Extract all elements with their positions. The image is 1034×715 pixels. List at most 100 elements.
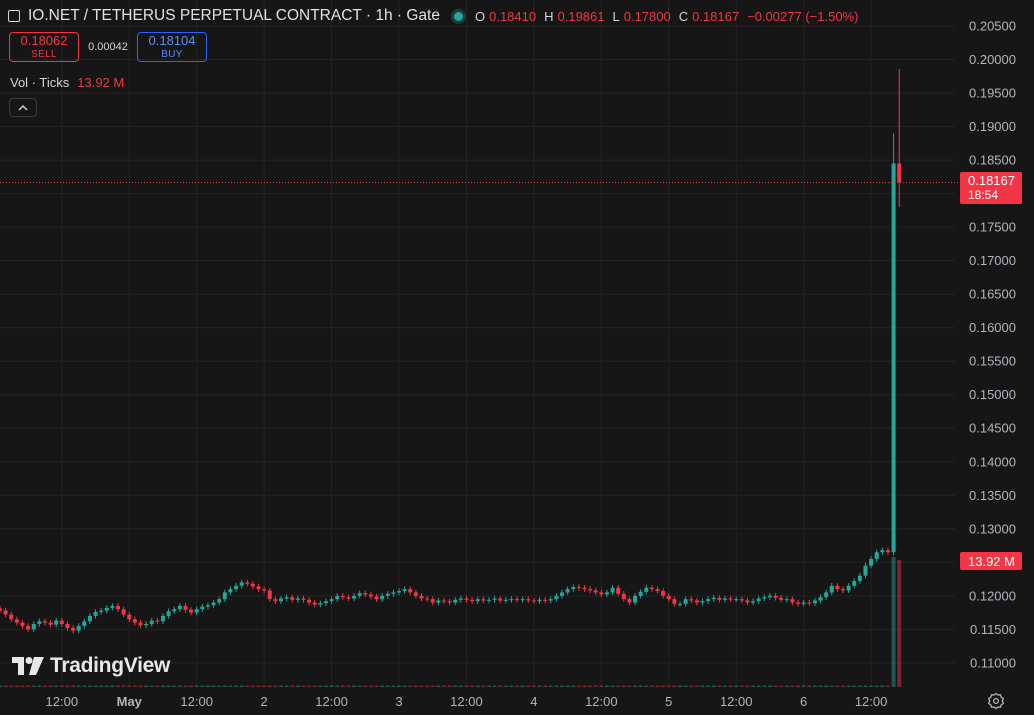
candle-body bbox=[683, 599, 688, 604]
candle-body bbox=[82, 621, 87, 626]
volume-bar bbox=[48, 685, 53, 687]
close-key: C bbox=[678, 8, 689, 24]
market-status-dot[interactable] bbox=[453, 11, 463, 21]
candle-body bbox=[756, 598, 761, 602]
volume-bar bbox=[565, 685, 570, 687]
price-chart[interactable]: 0.20500 0.20000 0.19500 0.19000 0.18500 0.180… bbox=[0, 0, 1034, 715]
volume-bar bbox=[531, 685, 536, 687]
x-tick-label: 12:00 bbox=[450, 694, 483, 709]
candle-body bbox=[166, 611, 171, 616]
volume-bar bbox=[245, 685, 250, 687]
candle-body bbox=[694, 600, 699, 603]
candle-body bbox=[526, 599, 531, 601]
volume-bar bbox=[627, 685, 632, 687]
candle-body bbox=[717, 597, 722, 600]
volume-bar bbox=[397, 685, 402, 687]
tradingview-logo-icon bbox=[12, 657, 44, 675]
volume-bar bbox=[751, 685, 756, 687]
buy-label: BUY bbox=[161, 48, 183, 60]
candle-body bbox=[228, 589, 233, 593]
buy-button[interactable]: 0.18104 BUY bbox=[137, 32, 207, 62]
volume-bar bbox=[526, 685, 531, 687]
price-axis[interactable]: 0.205000.200000.195000.190000.185000.180… bbox=[969, 19, 1016, 671]
volume-bar bbox=[498, 685, 503, 687]
volume-bar bbox=[295, 685, 300, 687]
volume-bar bbox=[548, 685, 553, 687]
volume-bar bbox=[65, 685, 70, 687]
volume-bar bbox=[818, 685, 823, 687]
candle-body bbox=[762, 597, 767, 599]
candle-body bbox=[31, 623, 36, 630]
tradingview-logo[interactable]: TradingView bbox=[12, 654, 170, 678]
candle-body bbox=[14, 619, 19, 623]
square-menu-icon[interactable] bbox=[8, 10, 20, 22]
volume-bar bbox=[509, 685, 514, 687]
candle-body bbox=[189, 609, 194, 613]
candle-body bbox=[869, 558, 874, 566]
volume-value: 13.92 M bbox=[77, 75, 125, 90]
volume-bar bbox=[874, 685, 879, 687]
candle-body bbox=[633, 595, 638, 603]
chart-root[interactable]: 0.20500 0.20000 0.19500 0.19000 0.18500 0.180… bbox=[0, 0, 1034, 715]
candle-body bbox=[824, 592, 829, 598]
volume-bar bbox=[644, 685, 649, 687]
candle-body bbox=[59, 620, 64, 624]
volume-bar bbox=[885, 685, 890, 687]
volume-bar bbox=[621, 685, 626, 687]
volume-bar bbox=[475, 685, 480, 687]
volume-bar bbox=[891, 557, 896, 687]
volume-bar bbox=[767, 685, 772, 687]
symbol-title[interactable]: IO.NET / TETHERUS PERPETUAL CONTRACT · 1… bbox=[28, 7, 440, 25]
volume-bar bbox=[222, 685, 227, 687]
ohlc-values: O 0.18410 H 0.19861 L 0.17800 C 0.18167 −0.0… bbox=[475, 9, 862, 24]
candle-body bbox=[739, 599, 744, 601]
volume-bar bbox=[678, 685, 683, 687]
candle-body bbox=[172, 609, 177, 612]
volume-bar bbox=[340, 685, 345, 687]
volume-bar bbox=[413, 685, 418, 687]
candle-body bbox=[177, 605, 182, 610]
candle-body bbox=[706, 599, 711, 602]
candle-body bbox=[9, 614, 14, 620]
bar-countdown: 18:54 bbox=[968, 187, 999, 202]
candle-body bbox=[666, 595, 671, 600]
volume-legend[interactable]: Vol · Ticks 13.92 M bbox=[10, 75, 124, 90]
candle-body bbox=[621, 593, 626, 600]
candle-body bbox=[391, 592, 396, 594]
volume-bar bbox=[217, 685, 222, 687]
time-axis[interactable]: 12:00 May 12:00 2 12:00 3 12:00 4 12:00 5 12:00 6 12… bbox=[46, 694, 888, 709]
volume-bar bbox=[9, 685, 14, 687]
candle-body bbox=[436, 600, 441, 603]
candle-body bbox=[37, 621, 42, 624]
candles bbox=[0, 68, 902, 634]
high-key: H bbox=[544, 8, 554, 24]
candle-body bbox=[790, 599, 795, 603]
volume-bar bbox=[76, 685, 81, 687]
spread-value: 0.00042 bbox=[88, 41, 128, 53]
candle-body bbox=[110, 605, 115, 608]
candle-body bbox=[160, 615, 165, 622]
collapse-legend-button[interactable] bbox=[9, 98, 37, 117]
candle-body bbox=[863, 565, 868, 576]
candle-body bbox=[441, 600, 446, 602]
candle-body bbox=[425, 598, 430, 600]
candle-body bbox=[604, 592, 609, 595]
y-tick-label: 0.17500 bbox=[969, 220, 1016, 235]
candle-body bbox=[116, 605, 121, 610]
sell-button[interactable]: 0.18062 SELL bbox=[9, 32, 79, 62]
brand-name: TradingView bbox=[50, 654, 171, 677]
gear-icon[interactable] bbox=[987, 692, 1005, 710]
candle-body bbox=[307, 599, 312, 603]
candle-body bbox=[99, 610, 104, 612]
candle-body bbox=[121, 609, 126, 615]
volume-bar bbox=[31, 685, 36, 687]
candle-body bbox=[486, 599, 491, 601]
y-tick-label: 0.15500 bbox=[969, 354, 1016, 369]
candle-body bbox=[751, 601, 756, 603]
candle-body bbox=[323, 601, 328, 604]
volume-bar bbox=[515, 685, 520, 687]
candle-body bbox=[689, 599, 694, 601]
volume-bar bbox=[638, 685, 643, 687]
volume-bar bbox=[200, 685, 205, 687]
volume-bar bbox=[144, 685, 149, 687]
